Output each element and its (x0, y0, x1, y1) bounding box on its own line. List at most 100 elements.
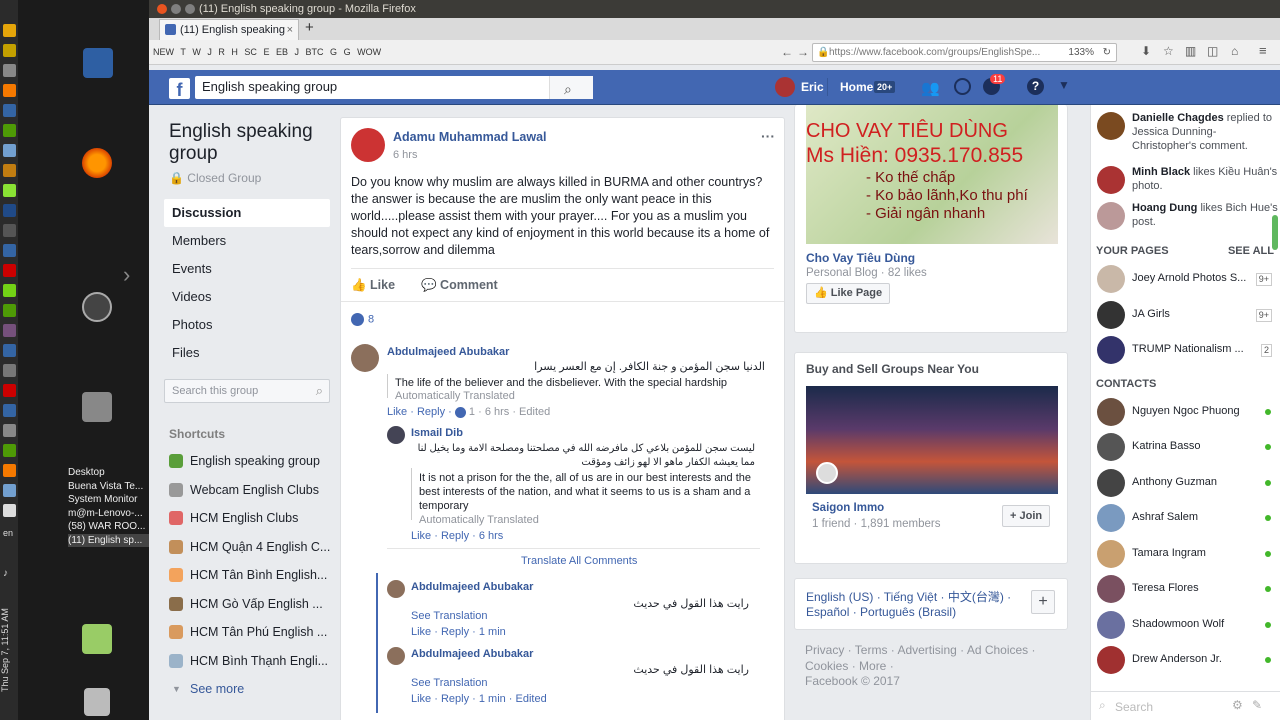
avatar[interactable] (387, 647, 405, 665)
group-search-input[interactable]: Search this group ⌕ (164, 379, 330, 403)
app-icon[interactable] (3, 104, 16, 117)
tab-files[interactable]: Files (164, 339, 330, 367)
shortcut-item[interactable]: English speaking group (164, 447, 330, 476)
join-group-button[interactable]: + Join (1002, 505, 1051, 527)
avatar[interactable] (387, 426, 405, 444)
bookmark[interactable]: E (263, 47, 269, 57)
app-icon[interactable] (3, 424, 16, 437)
see-translation-link[interactable]: See Translation (411, 610, 487, 622)
bookmark[interactable]: SC (244, 47, 257, 57)
app-icon[interactable] (3, 304, 16, 317)
chevron-right-icon[interactable]: › (123, 262, 130, 288)
chevron-down-icon[interactable]: ▼ (1058, 78, 1070, 92)
pocket-icon[interactable]: ◫ (1207, 44, 1218, 58)
language-links[interactable]: English (US) · Tiếng Việt · 中文(台灣) · Esp… (806, 590, 1021, 620)
page-item[interactable]: Joey Arnold Photos S... 9+ (1091, 261, 1280, 297)
keyboard-lang[interactable]: en (3, 528, 13, 538)
see-all-link[interactable]: SEE ALL (1228, 241, 1274, 261)
zoom-level[interactable]: 133% (1064, 44, 1094, 61)
forward-icon[interactable]: → (797, 45, 809, 59)
scrollbar-thumb[interactable] (1272, 215, 1278, 250)
app-icon[interactable] (3, 44, 16, 57)
comment-like-reply[interactable]: Like · Reply · (387, 406, 452, 418)
commenter-name[interactable]: Ismail Dib (411, 427, 463, 439)
page-item[interactable]: JA Girls 9+ (1091, 297, 1280, 333)
browser-tab[interactable]: (11) English speaking × (159, 19, 299, 40)
app-icon[interactable] (3, 84, 16, 97)
search-input[interactable]: English speaking group ⌕ (195, 76, 593, 99)
app-icon[interactable] (3, 444, 16, 457)
url-bar[interactable]: 🔒 https://www.facebook.com/groups/Englis… (812, 43, 1117, 62)
shortcut-item[interactable]: HCM Tân Bình English... (164, 561, 330, 590)
home-icon[interactable]: ⌂ (1231, 44, 1238, 58)
document-icon[interactable] (83, 48, 113, 78)
tab-discussion[interactable]: Discussion (164, 199, 330, 227)
app-icon[interactable] (3, 124, 16, 137)
shortcut-item[interactable]: HCM Quận 4 English C... (164, 533, 330, 562)
app-icon[interactable] (3, 164, 16, 177)
back-icon[interactable]: ← (781, 45, 793, 59)
menu-icon[interactable]: ≡ (1259, 43, 1267, 58)
settings-icon[interactable] (82, 292, 112, 322)
see-translation-link[interactable]: See Translation (411, 677, 487, 689)
friend-requests-icon[interactable]: 👥 (921, 79, 940, 97)
search-button[interactable]: ⌕ (549, 76, 593, 99)
tab-photos[interactable]: Photos (164, 311, 330, 339)
help-icon[interactable]: ? (1027, 78, 1044, 95)
app-icon[interactable] (3, 244, 16, 257)
bookmark[interactable]: J (207, 47, 212, 57)
comment-button[interactable]: 💬 Comment (421, 278, 498, 293)
app-icon[interactable] (3, 204, 16, 217)
add-language-button[interactable]: + (1031, 590, 1055, 614)
avatar[interactable] (775, 77, 795, 97)
commenter-name[interactable]: Abdulmajeed Abubakar (387, 346, 509, 358)
shortcut-item[interactable]: HCM Tân Phú English ... (164, 618, 330, 647)
close-tab-icon[interactable]: × (287, 20, 293, 40)
app-icon[interactable] (3, 144, 16, 157)
close-window-icon[interactable] (157, 4, 167, 14)
compose-icon[interactable]: ✎ (1252, 698, 1262, 712)
chat-search-input[interactable]: ⌕ Search ⚙ ✎ (1091, 691, 1280, 720)
avatar[interactable] (351, 344, 379, 372)
maximize-window-icon[interactable] (185, 4, 195, 14)
app-icon[interactable] (3, 324, 16, 337)
app-icon[interactable] (3, 364, 16, 377)
footer-nav[interactable]: Privacy · Terms · Advertising · Ad Choic… (805, 643, 1049, 674)
tab-videos[interactable]: Videos (164, 283, 330, 311)
group-cover-image[interactable] (806, 386, 1058, 494)
bookmark[interactable]: EB (276, 47, 288, 57)
contact-item[interactable]: Nguyen Ngoc Phuong (1091, 394, 1280, 430)
like-page-button[interactable]: 👍 Like Page (806, 283, 891, 304)
ad-image[interactable]: CHO VAY TIÊU DÙNG Ms Hiền: 0935.170.855 … (806, 105, 1058, 244)
app-icon[interactable] (3, 464, 16, 477)
ticker-item[interactable]: Danielle Chagdes replied to Jessica Dunn… (1091, 111, 1280, 165)
shortcut-item[interactable]: HCM Bình Thạnh Engli... (164, 647, 330, 676)
see-more-link[interactable]: ▼ See more (164, 675, 330, 704)
contact-item[interactable]: Katrina Basso (1091, 429, 1280, 465)
tab-members[interactable]: Members (164, 227, 330, 255)
app-icon[interactable] (3, 384, 16, 397)
new-tab-icon[interactable]: + (305, 19, 314, 36)
contact-item[interactable]: Drew Anderson Jr. (1091, 642, 1280, 678)
gear-icon[interactable]: ⚙ (1232, 698, 1243, 712)
post-author[interactable]: Adamu Muhammad Lawal (393, 130, 547, 144)
shortcut-item[interactable]: HCM Gò Vấp English ... (164, 590, 330, 619)
app-icon[interactable] (3, 24, 16, 37)
download-icon[interactable]: ⬇ (1141, 44, 1151, 58)
facebook-logo-icon[interactable]: f (169, 78, 190, 100)
app-icon[interactable] (3, 344, 16, 357)
contact-item[interactable]: Tamara Ingram (1091, 536, 1280, 572)
app-icon[interactable] (3, 184, 16, 197)
bookmark[interactable]: J (295, 47, 300, 57)
avatar[interactable] (387, 580, 405, 598)
comment-like-reply[interactable]: Like · Reply · 1 min · Edited (411, 693, 547, 705)
contact-item[interactable]: Teresa Flores (1091, 571, 1280, 607)
comment-like-reply[interactable]: Like · Reply · 6 hrs (411, 530, 503, 542)
bookmark[interactable]: G (344, 47, 351, 57)
app-icon[interactable] (3, 64, 16, 77)
firefox-icon[interactable] (82, 148, 112, 178)
ticker-item[interactable]: Minh Black likes Kiều Huân's photo. (1091, 165, 1280, 201)
bookmark[interactable]: W (192, 47, 201, 57)
shortcut-item[interactable]: HCM English Clubs (164, 504, 330, 533)
commenter-name[interactable]: Abdulmajeed Abubakar (411, 648, 533, 660)
